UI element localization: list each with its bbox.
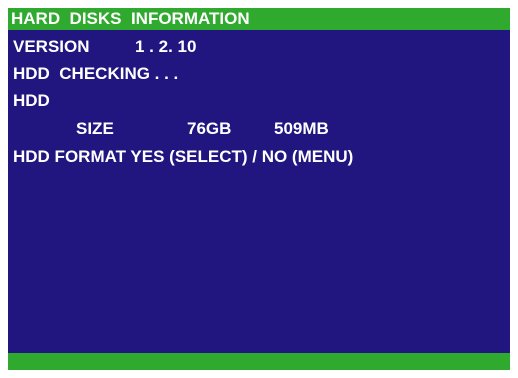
size-mb-value: 509MB [274, 119, 329, 138]
version-label: VERSION [13, 37, 90, 56]
version-value: 1 . 2. 10 [135, 37, 197, 56]
screen-title: HARD DISKS INFORMATION [8, 8, 510, 30]
bottom-bar [8, 353, 510, 370]
dvr-info-screen: HARD DISKS INFORMATION VERSION 1 . 2. 10… [8, 8, 510, 370]
size-label: SIZE [76, 119, 114, 138]
hdd-checking-status: HDD CHECKING . . . [13, 64, 179, 83]
hdd-label: HDD [13, 91, 50, 110]
format-prompt[interactable]: HDD FORMAT YES (SELECT) / NO (MENU) [13, 147, 353, 167]
size-gb-value: 76GB [187, 119, 232, 138]
